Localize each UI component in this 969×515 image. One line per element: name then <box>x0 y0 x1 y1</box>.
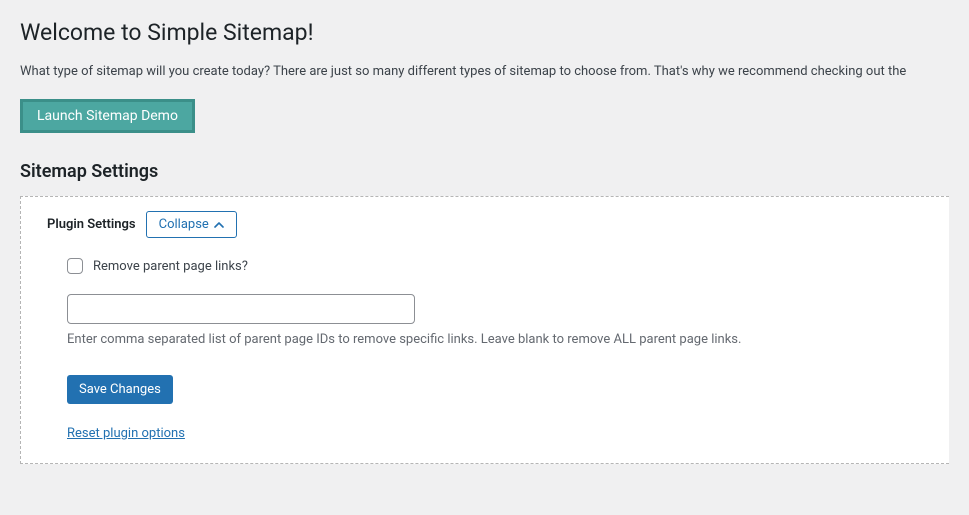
save-changes-button[interactable]: Save Changes <box>67 375 173 404</box>
checkbox-label: Remove parent page links? <box>93 259 248 274</box>
page-title: Welcome to Simple Sitemap! <box>20 10 949 64</box>
launch-sitemap-demo-button[interactable]: Launch Sitemap Demo <box>20 99 195 133</box>
panel-header: Plugin Settings Collapse <box>47 211 923 238</box>
parent-page-ids-input[interactable] <box>67 294 415 324</box>
collapse-label: Collapse <box>159 217 209 232</box>
chevron-up-icon <box>214 220 224 230</box>
collapse-button[interactable]: Collapse <box>146 211 237 238</box>
remove-parent-links-checkbox[interactable] <box>67 258 83 274</box>
settings-heading: Sitemap Settings <box>20 161 949 182</box>
reset-plugin-options-link[interactable]: Reset plugin options <box>67 426 185 441</box>
input-help-text: Enter comma separated list of parent pag… <box>67 332 923 347</box>
intro-text: What type of sitemap will you create tod… <box>20 64 949 79</box>
plugin-settings-panel: Plugin Settings Collapse Remove parent p… <box>20 196 949 464</box>
panel-title: Plugin Settings <box>47 217 136 232</box>
checkbox-row: Remove parent page links? <box>67 258 923 274</box>
